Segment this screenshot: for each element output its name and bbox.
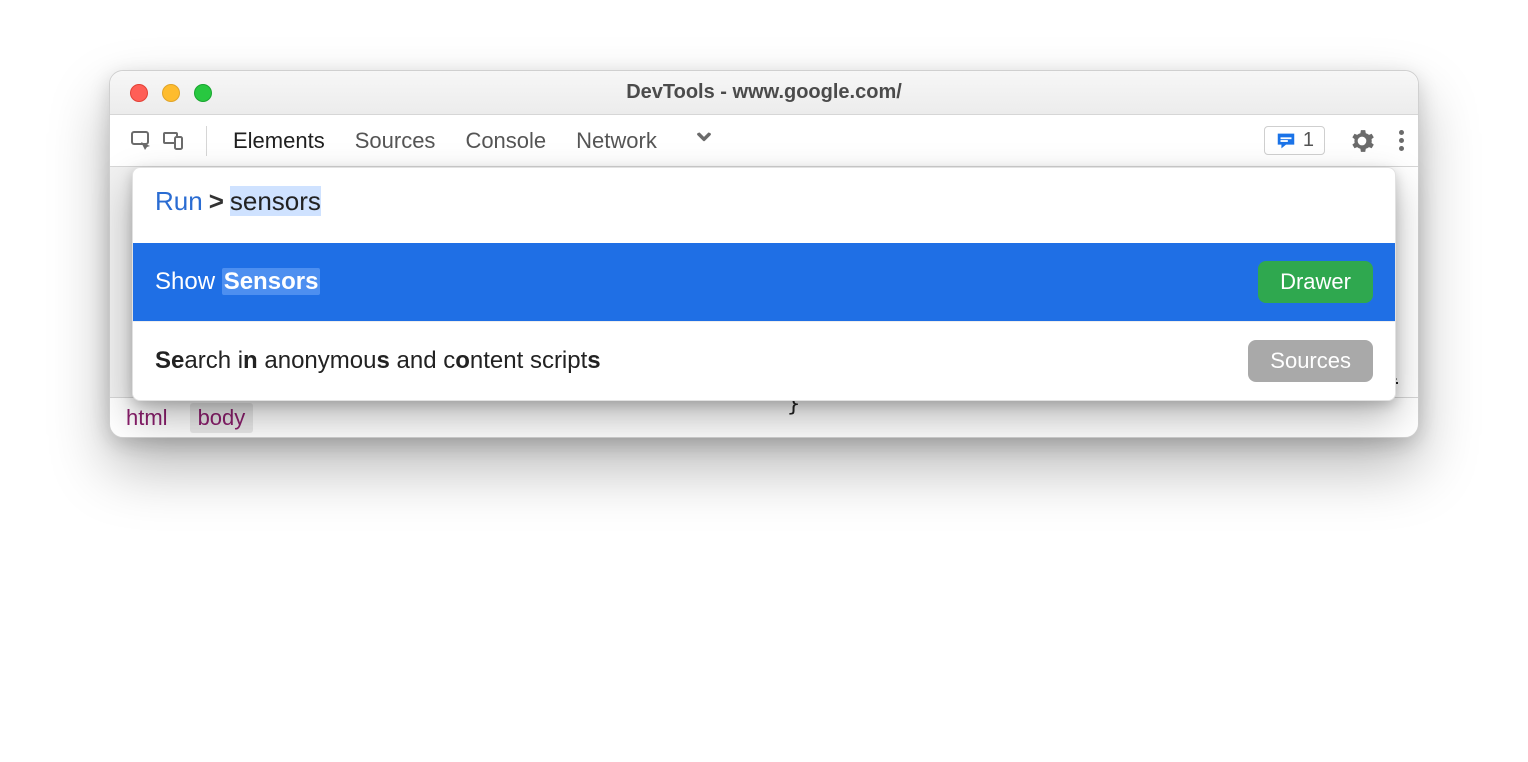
devtools-window: DevTools - www.google.com/ Elements Sour… [109,70,1419,438]
more-menu-icon[interactable] [1399,130,1404,151]
toolbar-divider [206,126,207,156]
devtools-toolbar: Elements Sources Console Network 1 [110,115,1418,167]
maximize-window-icon[interactable] [194,84,212,102]
titlebar: DevTools - www.google.com/ [110,71,1418,115]
traffic-lights [130,84,212,102]
breadcrumb-html[interactable]: html [126,405,168,431]
option-tag-drawer: Drawer [1258,261,1373,303]
prompt-char: > [209,186,224,217]
option-tag-sources: Sources [1248,340,1373,382]
command-query: sensors [230,186,321,217]
feedback-count: 1 [1303,129,1314,152]
run-label: Run [155,186,203,217]
breadcrumb-body[interactable]: body [190,403,254,433]
command-palette: Run >sensors Show Sensors Drawer Search … [132,167,1396,401]
tab-elements[interactable]: Elements [233,128,325,154]
minimize-window-icon[interactable] [162,84,180,102]
tab-console[interactable]: Console [465,128,546,154]
feedback-icon [1275,130,1297,152]
command-input-row[interactable]: Run >sensors [133,168,1395,243]
more-tabs-icon[interactable] [693,126,715,155]
inspect-element-icon[interactable] [128,128,154,154]
settings-icon[interactable] [1349,128,1375,154]
tab-sources[interactable]: Sources [355,128,436,154]
close-window-icon[interactable] [130,84,148,102]
command-option-text: Search in anonymous and content scripts [155,347,601,375]
command-option-show-sensors[interactable]: Show Sensors Drawer [133,243,1395,321]
command-option-search-scripts[interactable]: Search in anonymous and content scripts … [133,321,1395,400]
window-title: DevTools - www.google.com/ [110,81,1418,104]
feedback-chip[interactable]: 1 [1264,126,1325,155]
tab-network[interactable]: Network [576,128,657,154]
device-toggle-icon[interactable] [160,128,186,154]
panel-tabs: Elements Sources Console Network [233,128,657,154]
